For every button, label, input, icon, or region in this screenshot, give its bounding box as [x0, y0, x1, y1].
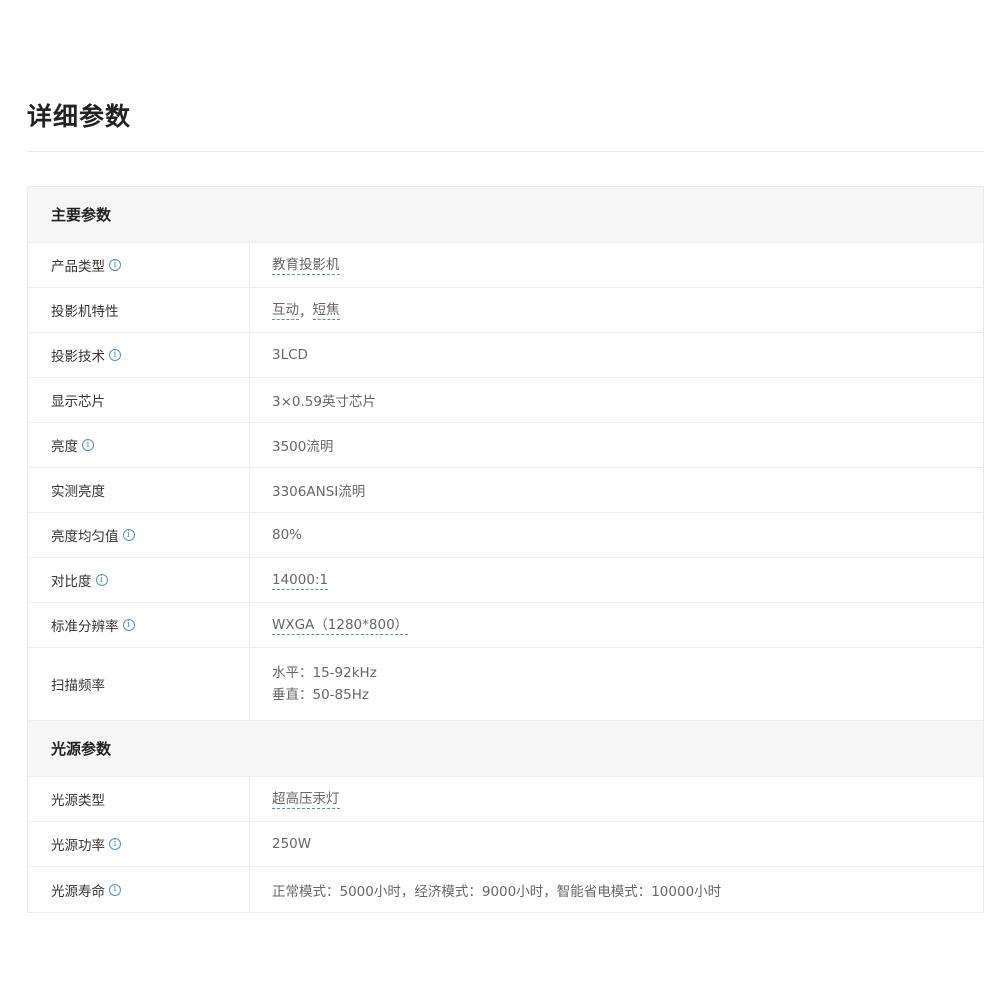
spec-value-cell: 3306ANSI流明	[250, 468, 983, 512]
spec-value-cell: 3500流明	[250, 423, 983, 467]
spec-value: 3×0.59英寸芯片	[272, 394, 376, 410]
spec-value: 80%	[272, 527, 303, 543]
spec-value: 3LCD	[272, 347, 308, 363]
spec-label-cell: 亮度均匀值 i	[28, 513, 250, 557]
spec-value-cell: 超高压汞灯	[250, 777, 983, 821]
spec-table: 主要参数 产品类型 i 教育投影机 投影机特性 互动 ， 短焦 投影技术 i 3…	[27, 186, 984, 913]
spec-value-link[interactable]: 教育投影机	[272, 256, 340, 275]
spec-value-line: 垂直：50-85Hz	[272, 687, 369, 703]
spec-label: 亮度均匀值	[51, 529, 119, 545]
spec-row-product-type: 产品类型 i 教育投影机	[28, 243, 983, 288]
spec-value: 正常模式：5000小时，经济模式：9000小时，智能省电模式：10000小时	[272, 883, 722, 900]
info-circle-icon[interactable]: i	[82, 439, 94, 451]
title-divider	[27, 151, 984, 152]
spec-value-link-interactive[interactable]: 互动	[272, 301, 299, 320]
spec-label: 光源寿命	[51, 883, 105, 900]
spec-row-projector-features: 投影机特性 互动 ， 短焦	[28, 288, 983, 333]
info-circle-icon[interactable]: i	[122, 529, 135, 541]
spec-row-resolution: 标准分辨率 i WXGA（1280*800）	[28, 603, 983, 648]
spec-value-cell: 互动 ， 短焦	[250, 288, 983, 332]
spec-value-cell: 教育投影机	[250, 243, 983, 287]
spec-value-cell: 14000:1	[250, 558, 983, 602]
spec-label-cell: 光源寿命 i	[28, 867, 250, 912]
info-circle-icon[interactable]: i	[122, 619, 135, 631]
info-circle-icon[interactable]: i	[109, 259, 121, 271]
spec-label-cell: 扫描频率	[28, 648, 250, 720]
spec-value-cell: 3LCD	[250, 333, 983, 377]
spec-value-cell: 正常模式：5000小时，经济模式：9000小时，智能省电模式：10000小时	[250, 867, 983, 912]
spec-label: 显示芯片	[51, 394, 105, 410]
spec-label: 投影机特性	[51, 304, 119, 320]
spec-value-cell: 3×0.59英寸芯片	[250, 378, 983, 422]
spec-value-cell: 250W	[250, 822, 983, 866]
spec-label-cell: 对比度 i	[28, 558, 250, 602]
info-circle-icon[interactable]: i	[109, 838, 121, 850]
info-circle-icon[interactable]: i	[95, 574, 108, 586]
spec-label: 光源功率	[51, 838, 105, 854]
spec-row-light-life: 光源寿命 i 正常模式：5000小时，经济模式：9000小时，智能省电模式：10…	[28, 867, 983, 913]
spec-value-link[interactable]: 超高压汞灯	[272, 790, 340, 809]
spec-label: 实测亮度	[51, 484, 105, 500]
section-header-light-source: 光源参数	[28, 721, 983, 777]
spec-label: 光源类型	[51, 793, 105, 809]
spec-value: 3306ANSI流明	[272, 484, 366, 500]
spec-value-cell: 80%	[250, 513, 983, 557]
spec-label: 亮度	[51, 439, 78, 455]
spec-value-link[interactable]: WXGA（1280*800）	[272, 616, 409, 635]
spec-label-cell: 显示芯片	[28, 378, 250, 422]
spec-label: 对比度	[51, 574, 92, 590]
spec-label: 扫描频率	[51, 678, 105, 694]
spec-row-scan-frequency: 扫描频率 水平：15-92kHz 垂直：50-85Hz	[28, 648, 983, 721]
spec-label: 投影技术	[51, 349, 105, 365]
info-circle-icon[interactable]: i	[109, 883, 121, 896]
spec-row-brightness: 亮度 i 3500流明	[28, 423, 983, 468]
page-title: 详细参数	[27, 102, 132, 131]
spec-label-cell: 标准分辨率 i	[28, 603, 250, 647]
spec-row-contrast: 对比度 i 14000:1	[28, 558, 983, 603]
spec-value-link-short-throw[interactable]: 短焦	[312, 301, 340, 320]
spec-label-cell: 光源功率 i	[28, 822, 250, 866]
spec-value-line: 水平：15-92kHz	[272, 665, 377, 681]
section-header-main: 主要参数	[28, 187, 983, 243]
spec-value: 250W	[272, 836, 312, 852]
spec-label-cell: 产品类型 i	[28, 243, 250, 287]
spec-row-light-type: 光源类型 超高压汞灯	[28, 777, 983, 822]
spec-label-cell: 实测亮度	[28, 468, 250, 512]
spec-row-measured-brightness: 实测亮度 3306ANSI流明	[28, 468, 983, 513]
spec-label-cell: 亮度 i	[28, 423, 250, 467]
spec-row-light-power: 光源功率 i 250W	[28, 822, 983, 867]
spec-label: 产品类型	[51, 259, 105, 275]
spec-label: 标准分辨率	[51, 619, 119, 635]
info-circle-icon[interactable]: i	[109, 349, 121, 361]
spec-value-cell: WXGA（1280*800）	[250, 603, 983, 647]
spec-value-cell: 水平：15-92kHz 垂直：50-85Hz	[250, 648, 983, 720]
spec-row-brightness-uniformity: 亮度均匀值 i 80%	[28, 513, 983, 558]
spec-label-cell: 投影技术 i	[28, 333, 250, 377]
spec-row-display-chip: 显示芯片 3×0.59英寸芯片	[28, 378, 983, 423]
spec-label-cell: 投影机特性	[28, 288, 250, 332]
spec-label-cell: 光源类型	[28, 777, 250, 821]
value-separator: ，	[299, 304, 313, 320]
spec-value-link[interactable]: 14000:1	[272, 571, 329, 590]
spec-value: 3500流明	[272, 439, 334, 455]
spec-row-projection-tech: 投影技术 i 3LCD	[28, 333, 983, 378]
